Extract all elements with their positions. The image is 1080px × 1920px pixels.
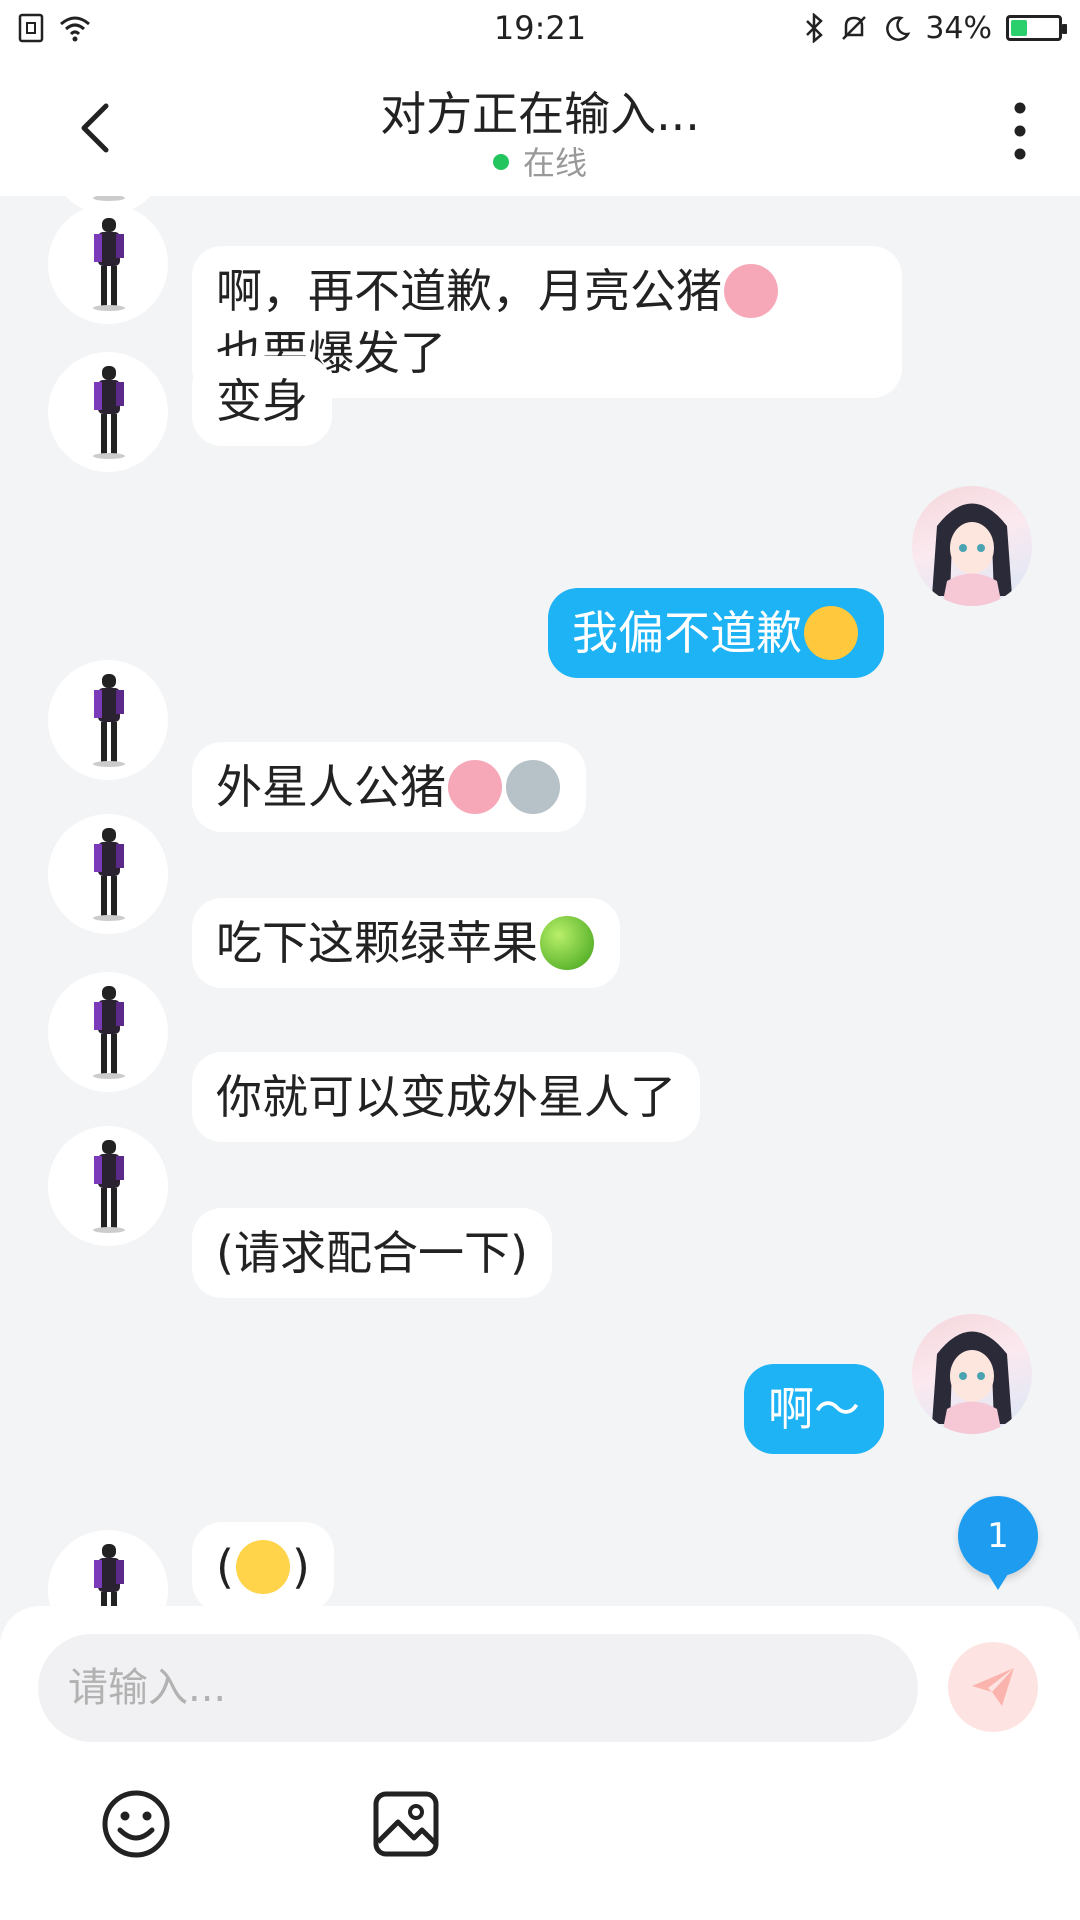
anime-girl-avatar-icon	[932, 1331, 1012, 1434]
message-text: 啊～	[768, 1382, 860, 1436]
message-bubble[interactable]: 外星人公猪🐷👽	[192, 742, 586, 832]
sim-icon	[18, 13, 44, 43]
contact-avatar[interactable]	[48, 204, 168, 324]
girl-figure-icon	[93, 986, 125, 1079]
message-text: 变身	[216, 374, 308, 428]
mute-bell-icon	[842, 16, 867, 40]
message-text: )	[291, 1540, 310, 1594]
unread-count-badge[interactable]: 1	[958, 1496, 1038, 1590]
moon-icon	[886, 16, 911, 41]
contact-avatar[interactable]	[48, 814, 168, 934]
status-right: 34%	[803, 10, 1067, 46]
message-bubble[interactable]: (请求配合一下)	[192, 1208, 552, 1298]
message-text: 你就可以变成外星人了	[216, 1070, 676, 1124]
status-bar: 19:21 34%	[0, 0, 1080, 56]
contact-avatar[interactable]	[48, 1126, 168, 1246]
battery-icon	[1006, 15, 1067, 41]
girl-figure-icon	[93, 366, 125, 459]
message-bubble[interactable]: 吃下这颗绿苹果🍏	[192, 898, 620, 988]
contact-avatar[interactable]	[48, 1530, 168, 1606]
message-text: 啊，再不道歉，月亮公猪	[216, 264, 722, 318]
alien-emoji-icon: 👽	[506, 759, 560, 814]
online-dot-icon	[492, 154, 509, 170]
message-bubble[interactable]: 变身	[192, 356, 332, 446]
girl-figure-icon	[93, 828, 125, 921]
message-bubble[interactable]: (😶)	[192, 1522, 334, 1606]
anime-girl-avatar-icon	[932, 503, 1012, 606]
message-list[interactable]: 啊，再不道歉，月亮公猪🐷 也要爆发了 变身	[0, 196, 1080, 1606]
contact-avatar[interactable]	[48, 352, 168, 472]
message-bubble[interactable]: 啊～	[744, 1364, 884, 1454]
contact-avatar[interactable]	[48, 660, 168, 780]
pig-emoji-icon: 🐷	[724, 263, 778, 318]
wink-tongue-emoji-icon: 😜	[804, 605, 858, 660]
contact-avatar[interactable]	[48, 972, 168, 1092]
message-bubble[interactable]: 我偏不道歉😜	[548, 588, 884, 678]
my-avatar[interactable]	[912, 1314, 1032, 1434]
status-left	[18, 13, 92, 43]
green-apple-emoji-icon: 🍏	[540, 915, 594, 970]
girl-figure-icon	[94, 1544, 124, 1606]
message-text: 我偏不道歉	[572, 606, 802, 660]
message-bubble[interactable]: 你就可以变成外星人了	[192, 1052, 700, 1142]
chat-header: 对方正在输入... 在线	[0, 56, 1080, 196]
message-text: (请求配合一下)	[216, 1226, 528, 1280]
message-text: 吃下这颗绿苹果	[216, 916, 538, 970]
image-picker-button[interactable]	[370, 1788, 442, 1860]
online-status: 在线	[0, 138, 1080, 184]
battery-percent: 34%	[925, 10, 992, 46]
girl-figure-icon	[93, 1140, 125, 1233]
no-mouth-emoji-icon: 😶	[235, 1539, 290, 1594]
battery-fill	[1011, 20, 1027, 36]
girl-figure-icon	[93, 218, 125, 311]
composer-bar	[0, 1606, 1080, 1920]
send-button[interactable]	[948, 1642, 1038, 1732]
girl-figure-icon	[93, 674, 125, 767]
message-text: 外星人公猪	[216, 760, 446, 814]
status-time: 19:21	[493, 9, 587, 47]
pig-emoji-icon: 🐷	[448, 759, 502, 814]
online-status-label: 在线	[522, 144, 587, 182]
paper-plane-icon	[972, 1668, 1014, 1706]
bluetooth-icon	[806, 13, 824, 43]
message-input[interactable]	[38, 1634, 918, 1742]
header-title: 对方正在输入...	[380, 87, 700, 141]
emoji-picker-button[interactable]	[100, 1788, 172, 1860]
more-menu-button[interactable]	[1000, 96, 1040, 166]
wifi-icon	[60, 16, 90, 42]
my-avatar[interactable]	[912, 486, 1032, 606]
message-text: (	[216, 1540, 234, 1594]
